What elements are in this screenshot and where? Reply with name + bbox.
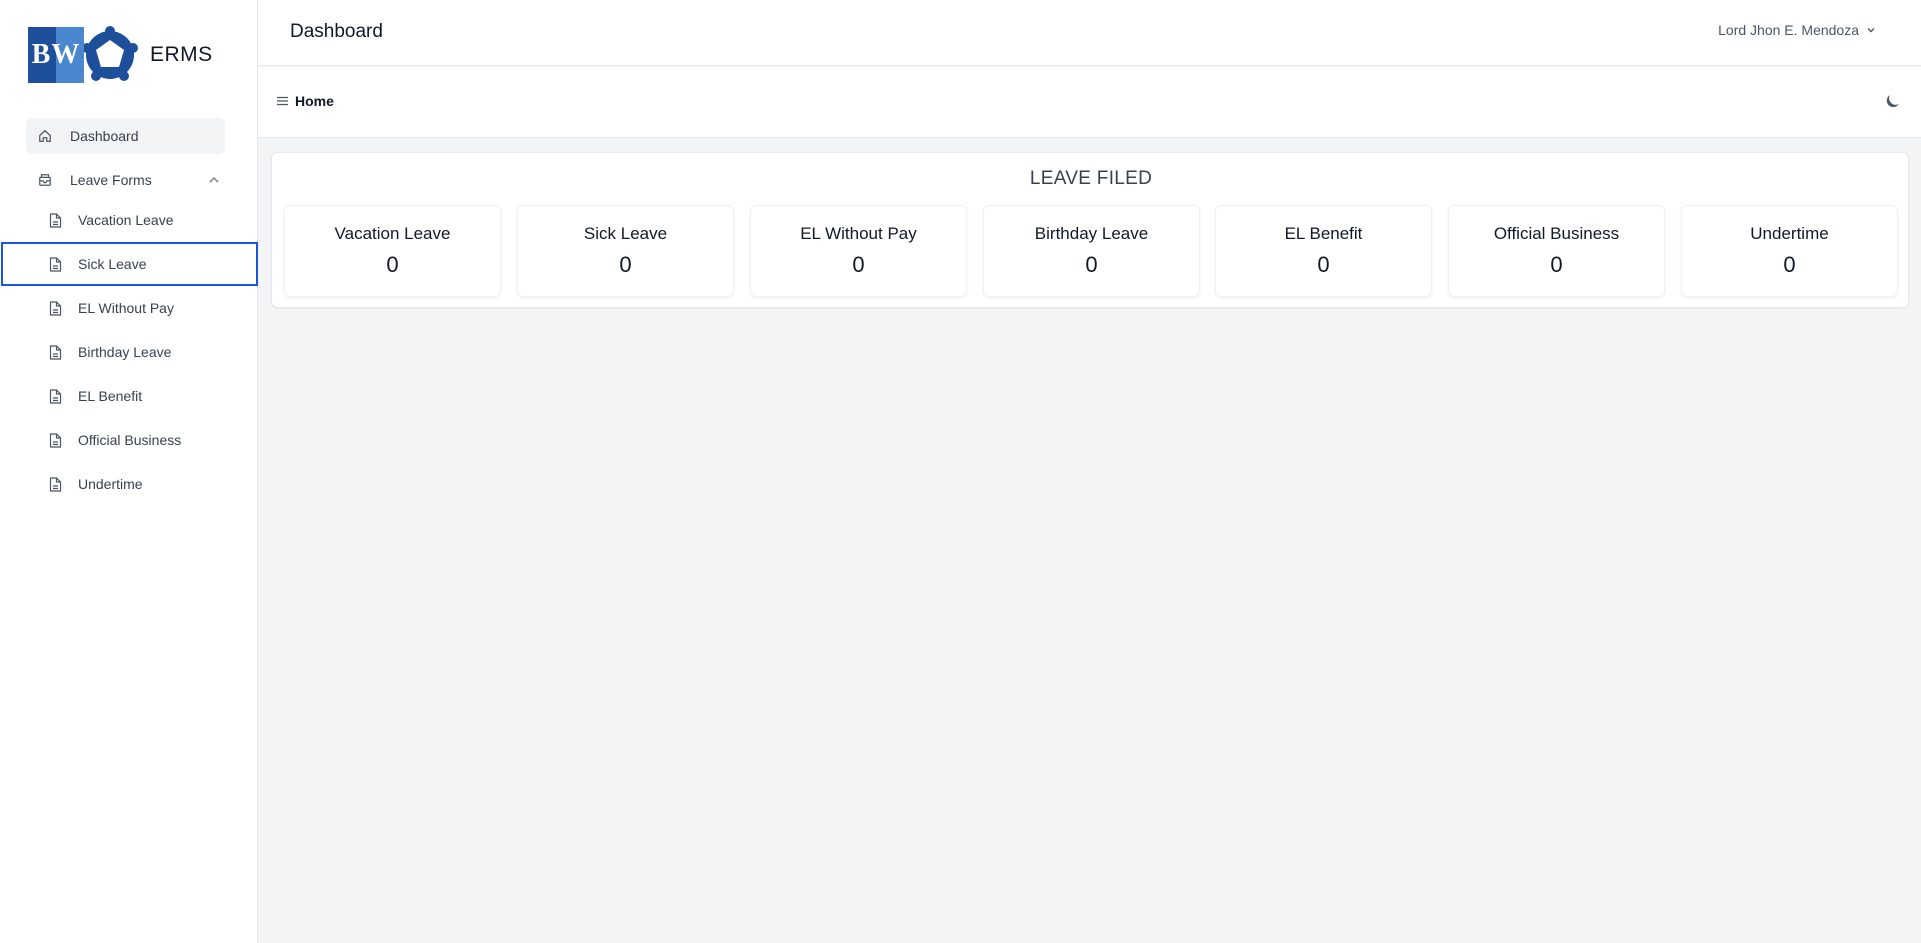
sidebar-item-dashboard[interactable]: Dashboard	[26, 118, 225, 154]
sidebar-item-el-without-pay[interactable]: EL Without Pay	[0, 286, 258, 330]
sidebar: BW ERMS Dashboard Leave Forms Vacation L…	[0, 0, 258, 943]
stat-card-el-benefit: EL Benefit 0	[1215, 205, 1432, 297]
sidebar-item-label: Undertime	[78, 476, 143, 492]
logo-text: BW	[31, 39, 81, 70]
sidebar-item-el-benefit[interactable]: EL Benefit	[0, 374, 258, 418]
home-icon	[37, 128, 53, 144]
app-name: ERMS	[150, 43, 213, 66]
seal-icon	[82, 26, 138, 81]
stat-label: Vacation Leave	[334, 224, 451, 243]
sidebar-item-undertime[interactable]: Undertime	[0, 462, 258, 506]
document-icon	[47, 476, 63, 492]
user-menu-button[interactable]: Lord Jhon E. Mendoza	[1718, 22, 1877, 38]
sidebar-item-label: Dashboard	[70, 128, 139, 144]
bw-logo-mark: BW	[28, 27, 84, 83]
stat-value: 0	[1550, 252, 1563, 277]
moon-icon[interactable]	[1883, 91, 1903, 111]
sidebar-item-official-business[interactable]: Official Business	[0, 418, 258, 462]
stat-card-birthday-leave: Birthday Leave 0	[983, 205, 1200, 297]
document-icon	[47, 212, 63, 228]
sidebar-item-label: EL Without Pay	[78, 300, 174, 316]
breadcrumb-bar: Home	[258, 67, 1921, 138]
stat-label: Undertime	[1750, 224, 1829, 243]
document-icon	[47, 300, 63, 316]
stat-label: Birthday Leave	[1034, 224, 1149, 243]
document-icon	[47, 432, 63, 448]
sidebar-item-label: Birthday Leave	[78, 344, 172, 360]
chevron-down-icon	[1867, 28, 1875, 33]
menu-icon[interactable]	[276, 95, 289, 107]
stat-value: 0	[386, 252, 399, 277]
document-icon	[47, 256, 63, 272]
stat-value: 0	[1783, 252, 1796, 277]
sidebar-item-label: Leave Forms	[70, 172, 152, 188]
chevron-up-icon	[209, 177, 219, 183]
stat-card-vacation-leave: Vacation Leave 0	[284, 205, 501, 297]
document-icon	[47, 388, 63, 404]
stat-value: 0	[852, 252, 865, 277]
top-header: Dashboard Lord Jhon E. Mendoza	[258, 0, 1921, 66]
document-icon	[47, 344, 63, 360]
stat-card-official-business: Official Business 0	[1448, 205, 1665, 297]
sidebar-item-vacation-leave[interactable]: Vacation Leave	[0, 198, 258, 242]
sidebar-item-birthday-leave[interactable]: Birthday Leave	[0, 330, 258, 374]
stat-card-el-without-pay: EL Without Pay 0	[750, 205, 967, 297]
sidebar-item-label: Official Business	[78, 432, 182, 448]
page-title: Dashboard	[290, 21, 383, 42]
stat-value: 0	[619, 252, 632, 277]
stat-card-sick-leave: Sick Leave 0	[517, 205, 734, 297]
user-name: Lord Jhon E. Mendoza	[1718, 22, 1859, 38]
stat-label: Sick Leave	[583, 224, 668, 243]
app-logo[interactable]: BW ERMS	[28, 26, 213, 84]
breadcrumb-home[interactable]: Home	[295, 93, 334, 109]
stat-value: 0	[1317, 252, 1330, 277]
stat-value: 0	[1085, 252, 1098, 277]
stat-card-undertime: Undertime 0	[1681, 205, 1898, 297]
stat-label: EL Benefit	[1284, 224, 1363, 243]
sidebar-item-label: Vacation Leave	[78, 212, 174, 228]
sidebar-item-label: Sick Leave	[78, 256, 147, 272]
card-title: LEAVE FILED	[1029, 168, 1153, 189]
breadcrumb: Home	[276, 93, 334, 109]
stat-label: EL Without Pay	[800, 224, 917, 243]
stat-label: Official Business	[1493, 224, 1620, 243]
sidebar-item-label: EL Benefit	[78, 388, 143, 404]
sidebar-item-leave-forms[interactable]: Leave Forms	[26, 162, 225, 198]
leave-filed-card: LEAVE FILED Vacation Leave 0 Sick Leave …	[271, 152, 1909, 308]
sidebar-item-sick-leave[interactable]: Sick Leave	[1, 242, 258, 286]
inbox-icon	[37, 172, 53, 188]
